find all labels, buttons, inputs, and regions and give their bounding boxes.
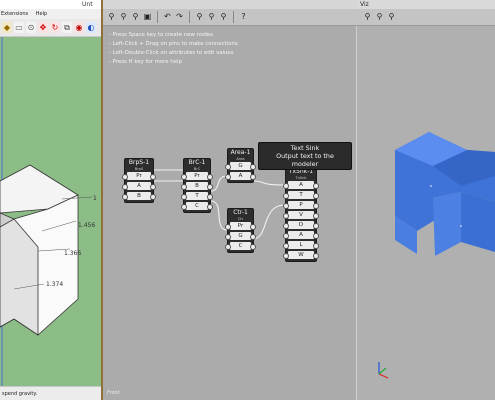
dimension-label: 1.366 [64,250,81,257]
node-subtitle: Ctr [237,217,244,221]
node-port[interactable]: L [283,241,319,249]
sketchup-model: 1 1.456 1.366 1.374 [0,37,97,386]
tape-measure-icon[interactable]: ⊙ [26,22,36,33]
viewer-canvas[interactable] [357,26,495,400]
node-port[interactable]: A [122,182,156,190]
model-side-face [433,192,461,256]
tooltip-title: Text Sink [290,144,320,152]
sketchup-statusbar: spend gravity. [0,386,101,400]
new-graph-icon[interactable]: ⚲ [107,12,116,22]
viewer-zoom-out-icon[interactable]: ⚲ [387,12,396,22]
node-editor-toolbar: ⚲ ⚲ ⚲ ▣ ↶ ↷ ⚲ ⚲ ⚲ ? [103,9,357,26]
node-txsnk[interactable]: TxSnk-1 TxSnk A T P V D A L W [283,167,319,262]
node-editor-window: ⚲ ⚲ ⚲ ▣ ↶ ↷ ⚲ ⚲ ⚲ ? - Press Space key to… [103,0,358,400]
viewer-title: Viz [357,0,495,9]
node-graph-canvas[interactable]: - Press Space key to create new nodes - … [103,26,357,400]
orbit-icon[interactable]: ◐ [86,22,96,33]
menu-help[interactable]: Help [36,11,47,17]
node-area[interactable]: Area-1 Area G A [225,148,256,183]
search-node-icon[interactable]: ⚲ [195,12,204,22]
node-port[interactable]: D [283,221,319,229]
node-port[interactable]: G [225,162,256,170]
node-subtitle: TxSnk [295,176,307,180]
wire-area-txsnk [252,180,286,186]
viewer-window: Viz ⚲ ⚲ ⚲ [357,0,495,400]
node-port[interactable]: A [225,172,256,180]
node-title: BrC-1 [188,159,206,166]
save-icon[interactable]: ▣ [143,12,152,22]
viewer-toolbar: ⚲ ⚲ ⚲ [357,9,495,26]
paint-bucket-icon[interactable]: ◆ [2,22,12,33]
node-ctr[interactable]: Ctr-1 Ctr Pr G C [225,208,256,253]
rotate-icon[interactable]: ↻ [50,22,60,33]
viewer-zoom-icon[interactable]: ⚲ [363,12,372,22]
node-port[interactable]: T [181,192,213,200]
node-port[interactable]: C [225,242,256,250]
node-port[interactable]: B [122,192,156,200]
node-subtitle: BrpS [134,167,144,171]
sketchup-toolbar: ◆ ▭ ⊙ ✥ ↻ ⧉ ◉ ◐ [0,19,101,37]
axis-x [378,373,389,379]
sketchup-window: Unt Extensions Help ◆ ▭ ⊙ ✥ ↻ ⧉ ◉ ◐ 1 1.… [0,0,103,400]
view-label: Front [107,390,120,396]
node-port[interactable]: P [283,201,319,209]
node-title: Ctr-1 [233,209,248,216]
sketchup-menubar: Extensions Help [0,9,101,19]
node-title: BrpS-1 [128,159,150,166]
dimension-label: 1.456 [78,222,95,229]
node-port[interactable]: V [283,211,319,219]
node-port[interactable]: C [181,202,213,210]
open-graph-icon[interactable]: ⚲ [119,12,128,22]
wire-ctr-txsnk [252,204,286,240]
node-port[interactable]: B [181,182,213,190]
node-port[interactable]: Pr [181,172,213,180]
toolbar-separator [157,11,158,23]
node-port[interactable]: A [283,181,319,189]
node-port[interactable]: Pr [225,222,256,230]
redo-icon[interactable]: ↷ [175,12,184,22]
model-point [430,185,432,187]
node-title: Area-1 [230,149,251,156]
help-icon[interactable]: ? [239,12,248,22]
node-port[interactable]: T [283,191,319,199]
node-port[interactable]: Pr [122,172,156,180]
model-right-face [461,192,495,252]
zoom-in-icon[interactable]: ⚲ [207,12,216,22]
offset-icon[interactable]: ◉ [74,22,84,33]
sketchup-title: Unt [0,0,101,9]
eraser-icon[interactable]: ▭ [14,22,24,33]
node-port[interactable]: G [225,232,256,240]
toolbar-separator [233,11,234,23]
node-brc[interactable]: BrC-1 BrC Pr B T C [181,158,213,213]
zoom-out-icon[interactable]: ⚲ [219,12,228,22]
scale-icon[interactable]: ⧉ [62,22,72,33]
undo-icon[interactable]: ↶ [163,12,172,22]
dimension-label: 1 [93,195,97,202]
desktop: Unt Extensions Help ◆ ▭ ⊙ ✥ ↻ ⧉ ◉ ◐ 1 1.… [0,0,495,400]
node-port[interactable]: W [283,251,319,259]
toolbar-separator [189,11,190,23]
model-point [460,225,462,227]
sketchup-viewport[interactable]: 1 1.456 1.366 1.374 [0,37,101,386]
node-tooltip: Text Sink Output text to the modeler [258,142,352,170]
node-port[interactable]: A [283,231,319,239]
import-icon[interactable]: ⚲ [131,12,140,22]
axis-y [378,367,387,375]
node-subtitle: Area [236,157,245,161]
move-icon[interactable]: ✥ [38,22,48,33]
viewer-zoom-in-icon[interactable]: ⚲ [375,12,384,22]
node-editor-title [103,0,357,9]
node-brps[interactable]: BrpS-1 BrpS Pr A B [122,158,156,203]
dimension-label: 1.374 [46,281,63,288]
menu-extensions[interactable]: Extensions [1,11,28,17]
node-subtitle: BrC [193,167,201,171]
tooltip-description: Output text to the modeler [276,152,334,168]
